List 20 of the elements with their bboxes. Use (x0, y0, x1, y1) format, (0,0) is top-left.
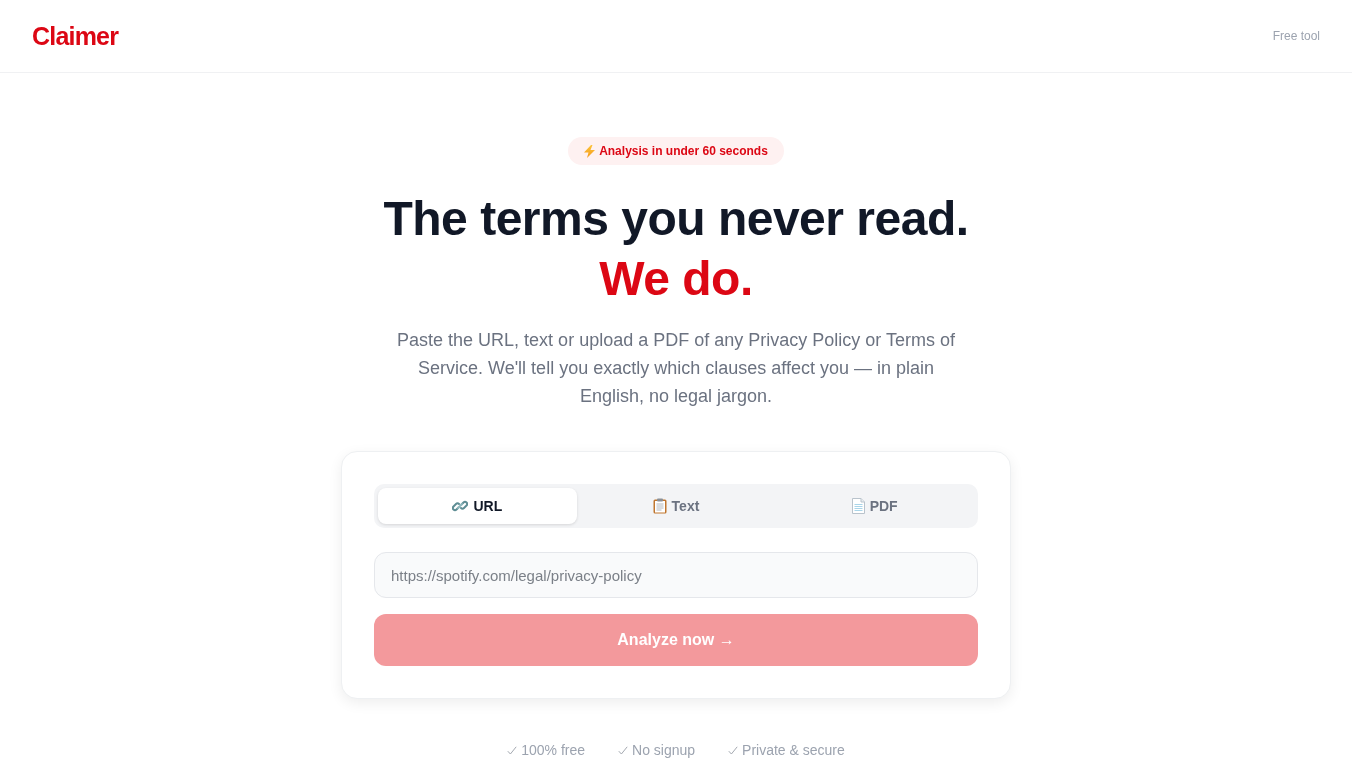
logo: Claimer (32, 21, 119, 51)
trust-point: No signup (632, 741, 696, 760)
check-icon (618, 745, 629, 755)
trust-point: Private & secure (742, 741, 845, 760)
source-tab[interactable]: URL (378, 488, 577, 524)
chain-link-icon (452, 498, 469, 514)
source-tab[interactable]: PDF (775, 488, 974, 524)
lightning-icon (584, 144, 596, 158)
trust-point: 100% free (521, 741, 586, 760)
check-icon (507, 745, 518, 755)
check-icon (728, 745, 739, 755)
badge-text: Analysis in under 60 seconds (599, 144, 768, 158)
source-tab[interactable]: Text (576, 488, 776, 524)
clipboard-icon (652, 498, 667, 514)
document-icon (851, 498, 865, 514)
description: Paste the URL, text or upload a PDF of any Privacy Policy or Terms of Service. We'll tell you exactly which clauses affect you — in plain English, no legal jargon. (396, 329, 956, 408)
headline: The terms you never read. (383, 191, 969, 247)
headline-accent: We do. (599, 251, 753, 307)
tagline: Free tool (1272, 29, 1320, 43)
url-input-field[interactable]: https://spotify.com/legal/privacy-policy (374, 552, 978, 598)
